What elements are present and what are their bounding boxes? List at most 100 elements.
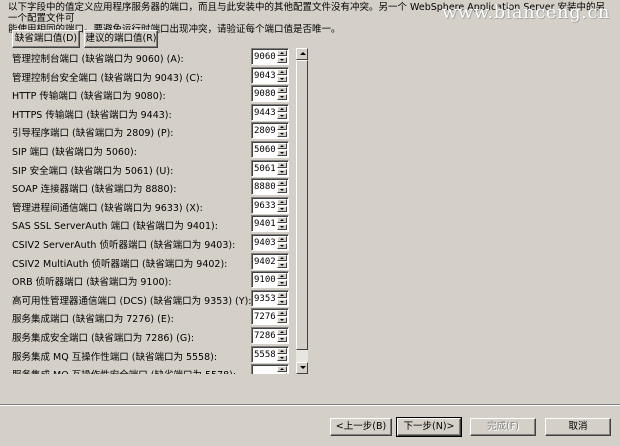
spinner-down-icon[interactable] — [277, 75, 287, 82]
port-spinner[interactable]: 5060 — [251, 141, 289, 158]
spinner-arrows — [277, 217, 287, 231]
spinner-down-icon[interactable] — [277, 94, 287, 101]
spinner-up-icon[interactable] — [277, 273, 287, 280]
port-value-input[interactable]: 9443 — [254, 108, 276, 118]
scrollbar-thumb[interactable] — [296, 60, 308, 350]
port-value-input[interactable]: 9353 — [254, 294, 276, 304]
port-spinner[interactable]: 9402 — [251, 252, 289, 270]
port-value-input[interactable]: 8880 — [254, 182, 276, 192]
port-value-input[interactable]: 7286 — [254, 331, 276, 341]
spinner-up-icon[interactable] — [277, 236, 287, 242]
spinner-down-icon[interactable] — [277, 112, 287, 119]
port-spinner[interactable]: 9043 — [251, 66, 289, 84]
spinner-down-icon[interactable] — [277, 205, 287, 212]
port-value-input[interactable]: 9633 — [254, 201, 276, 211]
port-list-scrollbar[interactable] — [296, 48, 308, 374]
port-value-input[interactable]: 7276 — [254, 312, 276, 322]
spinner-up-icon[interactable] — [277, 198, 287, 205]
port-spinner[interactable]: 2809 — [251, 122, 289, 140]
cancel-button[interactable]: 取消 — [545, 418, 611, 436]
port-value-input[interactable]: 9402 — [254, 257, 276, 267]
spinner-up-icon[interactable] — [277, 105, 287, 112]
spinner-up-icon[interactable] — [277, 254, 287, 261]
spinner-down-icon[interactable] — [277, 280, 287, 287]
scroll-down-arrow-icon[interactable] — [296, 362, 308, 374]
spinner-up-icon[interactable] — [277, 217, 287, 224]
finish-button[interactable]: 完成(F) — [470, 418, 536, 436]
next-button[interactable]: 下一步(N)> — [396, 417, 462, 437]
port-value-input[interactable]: 9060 — [254, 52, 276, 62]
spinner-up-icon[interactable] — [277, 50, 287, 56]
spinner-down-icon[interactable] — [277, 243, 287, 249]
default-ports-button[interactable]: 缺省端口值(D) — [12, 30, 80, 48]
port-spinner[interactable]: 9060 — [251, 48, 289, 65]
port-row: CSIV2 MultiAuth 侦听器端口 (缺省端口为 9402): 9402 — [8, 252, 308, 271]
port-row: HTTPS 传输端口 (缺省端口为 9443): 9443 — [8, 103, 308, 122]
spinner-arrows — [277, 143, 287, 156]
spinner-up-icon[interactable] — [277, 329, 287, 335]
scroll-up-arrow-icon[interactable] — [296, 48, 308, 60]
spinner-down-icon[interactable] — [277, 298, 287, 305]
port-value-input[interactable]: 5558 — [254, 350, 276, 360]
port-spinner[interactable]: 9403 — [251, 234, 289, 251]
port-spinner[interactable]: 8880 — [251, 178, 289, 196]
recommended-ports-button[interactable]: 建议的端口值(R) — [84, 30, 158, 48]
port-value-input[interactable]: 9401 — [254, 219, 276, 229]
spinner-down-icon[interactable] — [277, 168, 287, 175]
spinner-down-icon[interactable] — [277, 187, 287, 194]
port-label: HTTPS 传输端口 (缺省端口为 9443): — [12, 109, 172, 121]
spinner-up-icon[interactable] — [277, 180, 287, 187]
port-value-input[interactable]: 5061 — [254, 164, 276, 174]
port-value-input[interactable]: 9080 — [254, 89, 276, 99]
spinner-up-icon[interactable] — [277, 161, 287, 168]
port-spinner[interactable]: 7276 — [251, 308, 289, 326]
port-spinner[interactable]: 7286 — [251, 327, 289, 344]
spinner-down-icon[interactable] — [277, 224, 287, 231]
spinner-down-icon[interactable] — [277, 336, 287, 342]
spinner-up-icon[interactable] — [277, 143, 287, 149]
port-row: SIP 安全端口 (缺省端口为 5061) (U): 5061 — [8, 159, 308, 178]
port-row: HTTP 传输端口 (缺省端口为 9080): 9080 — [8, 85, 308, 103]
spinner-arrows — [277, 161, 287, 175]
port-value-input[interactable]: 2809 — [254, 126, 276, 136]
spinner-down-icon[interactable] — [277, 150, 287, 156]
port-label: HTTP 传输端口 (缺省端口为 9080): — [12, 91, 166, 103]
spinner-up-icon[interactable] — [277, 124, 287, 131]
spinner-down-icon[interactable] — [277, 373, 287, 374]
bottom-separator — [0, 404, 620, 406]
port-spinner[interactable]: 9401 — [251, 215, 289, 233]
port-spinner[interactable]: 9080 — [251, 85, 289, 103]
port-value-input[interactable]: 9100 — [254, 275, 276, 285]
port-value-input[interactable]: 9403 — [254, 238, 276, 248]
spinner-arrows — [277, 180, 287, 194]
port-row: 管理控制台端口 (缺省端口为 9060) (A): 9060 — [8, 48, 308, 66]
spinner-down-icon[interactable] — [277, 354, 287, 361]
port-value-input[interactable]: 5060 — [254, 145, 276, 155]
port-row: SOAP 连接器端口 (缺省端口为 8880): 8880 — [8, 178, 308, 196]
port-spinner[interactable]: 9633 — [251, 196, 289, 214]
spinner-up-icon[interactable] — [277, 347, 287, 354]
spinner-arrows — [277, 105, 287, 119]
port-value-input[interactable]: 9043 — [254, 71, 276, 81]
port-spinner[interactable]: 9443 — [251, 103, 289, 121]
port-spinner[interactable]: 5061 — [251, 159, 289, 177]
port-label: CSIV2 MultiAuth 侦听器端口 (缺省端口为 9402): — [12, 258, 228, 270]
spinner-up-icon[interactable] — [277, 87, 287, 94]
back-button[interactable]: <上一步(B) — [330, 418, 392, 436]
spinner-arrows — [277, 347, 287, 361]
spinner-up-icon[interactable] — [277, 310, 287, 317]
port-row: CSIV2 ServerAuth 侦听器端口 (缺省端口为 9403): 9403 — [8, 234, 308, 252]
spinner-up-icon[interactable] — [277, 68, 287, 75]
port-spinner[interactable]: 9100 — [251, 271, 289, 289]
spinner-down-icon[interactable] — [277, 261, 287, 268]
port-spinner[interactable]: 5558 — [251, 345, 289, 363]
spinner-up-icon[interactable] — [277, 291, 287, 298]
spinner-down-icon[interactable] — [277, 131, 287, 138]
port-label: 管理进程间通信端口 (缺省端口为 9633) (X): — [12, 202, 203, 214]
port-spinner[interactable]: 9353 — [251, 289, 289, 307]
spinner-down-icon[interactable] — [277, 317, 287, 324]
spinner-up-icon[interactable] — [277, 366, 287, 373]
spinner-down-icon[interactable] — [277, 57, 287, 63]
port-spinner[interactable] — [251, 364, 289, 374]
port-row: ORB 侦听器端口 (缺省端口为 9100): 9100 — [8, 271, 308, 289]
